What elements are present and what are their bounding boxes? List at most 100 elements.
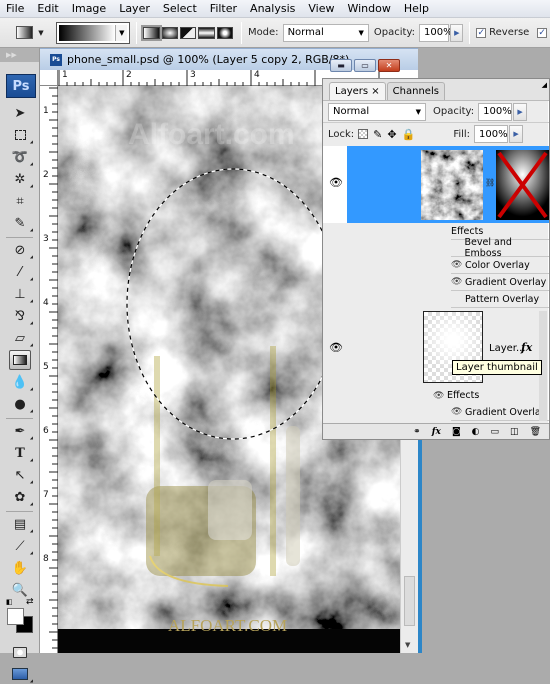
swap-colors-icon[interactable]: ⇄	[26, 597, 34, 607]
foreground-color-swatch[interactable]	[7, 608, 24, 625]
layer-mask-thumbnail[interactable]	[496, 150, 549, 220]
dodge-tool[interactable]: ● ◢	[9, 394, 33, 414]
menu-edit[interactable]: Edit	[31, 2, 65, 15]
opacity-slider-button[interactable]: ▶	[450, 23, 464, 42]
chevron-down-icon[interactable]: ▼	[38, 29, 43, 37]
lock-position-icon[interactable]: ✥	[387, 128, 396, 141]
lock-all-icon[interactable]: 🔒	[402, 128, 416, 141]
angle-gradient-button[interactable]	[180, 26, 197, 39]
layer-opacity-input[interactable]: 100%	[478, 102, 513, 121]
gradient-picker[interactable]: ▼	[55, 21, 131, 44]
panel-menu-icon[interactable]: ◢	[542, 81, 547, 89]
reflected-gradient-button[interactable]	[198, 26, 215, 39]
visibility-eye-icon[interactable]: 👁	[433, 391, 447, 401]
visibility-eye-icon[interactable]: 👁	[451, 407, 465, 417]
menu-select[interactable]: Select	[157, 2, 204, 15]
visibility-eye-icon[interactable]: 👁	[451, 260, 465, 270]
blur-tool[interactable]: 💧 ◢	[9, 372, 33, 392]
slice-tool[interactable]: ✎ ◢	[9, 213, 33, 233]
layer-row[interactable]: 👁 Layer... fx ▲	[323, 309, 549, 389]
marquee-tool[interactable]: ◢	[9, 125, 33, 145]
history-brush-tool[interactable]: ⅋ ◢	[9, 306, 33, 326]
reverse-checkbox[interactable]: ✓	[476, 27, 487, 38]
menu-window[interactable]: Window	[341, 2, 397, 15]
quick-mask-button[interactable]	[9, 642, 31, 662]
visibility-eye-icon[interactable]: 👁	[451, 277, 465, 287]
notes-tool[interactable]: ▤ ◢	[9, 514, 33, 534]
effect-pattern-overlay[interactable]: Pattern Overlay	[451, 291, 549, 308]
custom-shape-tool[interactable]: ✿ ◢	[9, 487, 33, 507]
effect-gradient-overlay[interactable]: 👁 Gradient Overlay	[451, 274, 549, 291]
link-layers-icon[interactable]: ⚭	[413, 427, 421, 437]
chevron-down-icon[interactable]: ▼	[115, 24, 128, 41]
healing-brush-tool[interactable]: ⊘ ◢	[9, 240, 33, 260]
mode-select[interactable]: Normal ▼	[282, 23, 369, 42]
scrollbar-thumb[interactable]	[404, 576, 415, 626]
blend-mode-select[interactable]: Normal ▼	[328, 102, 426, 121]
layer-thumbnail[interactable]	[421, 150, 483, 220]
tab-layers[interactable]: Layers ×	[329, 82, 386, 100]
menu-bar: File Edit Image Layer Select Filter Anal…	[0, 0, 550, 18]
brush-tool[interactable]: ⁄ ◢	[9, 262, 33, 282]
scroll-down-icon[interactable]: ▼	[405, 641, 410, 649]
menu-layer[interactable]: Layer	[113, 2, 157, 15]
effect-gradient-overlay[interactable]: 👁 Gradient Overlay	[451, 404, 549, 421]
minimize-button[interactable]: ▬	[330, 59, 352, 72]
add-layer-style-icon[interactable]: fx	[432, 427, 441, 437]
fill-input[interactable]: 100%	[474, 125, 509, 143]
default-colors-icon[interactable]: ◧	[6, 598, 13, 606]
close-tab-icon[interactable]: ×	[371, 86, 379, 97]
new-group-icon[interactable]: ▭	[491, 427, 500, 437]
layer-opacity-slider-button[interactable]: ▶	[513, 102, 528, 121]
pen-tool[interactable]: ✒ ◢	[9, 421, 33, 441]
lock-pixels-icon[interactable]: ✎	[373, 128, 382, 141]
lock-transparency-icon[interactable]	[358, 129, 369, 139]
vertical-ruler[interactable]: 1 2 3 4 5 6 7 8	[40, 86, 58, 653]
menu-image[interactable]: Image	[66, 2, 113, 15]
new-layer-icon[interactable]: ◫	[510, 427, 519, 437]
hand-tool[interactable]: ✋	[9, 558, 31, 578]
linear-gradient-button[interactable]	[143, 26, 160, 39]
lasso-tool[interactable]: ➰ ◢	[9, 147, 33, 167]
menu-view[interactable]: View	[302, 2, 341, 15]
screen-mode-button[interactable]: ◢	[9, 664, 33, 684]
adjustment-layer-icon[interactable]: ◐	[472, 427, 480, 437]
clone-stamp-tool[interactable]: ⊥ ◢	[9, 284, 33, 304]
fill-slider-button[interactable]: ▶	[509, 125, 524, 143]
fx-icon[interactable]: fx	[521, 341, 532, 354]
eraser-tool[interactable]: ▱ ◢	[9, 328, 33, 348]
color-swatches: ◧ ⇄	[0, 597, 39, 640]
diamond-gradient-button[interactable]	[216, 26, 233, 39]
menu-file[interactable]: File	[0, 2, 31, 15]
opacity-input[interactable]: 100%	[419, 23, 453, 42]
move-tool[interactable]: ➤	[9, 103, 31, 123]
maximize-button[interactable]: ▭	[354, 59, 376, 72]
add-mask-icon[interactable]: ◙	[452, 427, 461, 437]
layer-row-selected[interactable]: 👁 ⛓	[323, 146, 549, 223]
chevron-down-icon: ▼	[358, 28, 364, 37]
effect-color-overlay[interactable]: 👁 Color Overlay	[451, 257, 549, 274]
gradient-swatch[interactable]	[58, 24, 116, 41]
visibility-eye-icon[interactable]: 👁	[327, 174, 345, 190]
close-button[interactable]: ✕	[378, 59, 400, 72]
eyedropper-tool[interactable]: ⟋ ◢	[9, 536, 33, 556]
ruler-origin[interactable]	[40, 70, 58, 86]
dither-checkbox[interactable]: ✓	[537, 27, 547, 38]
tool-preset-picker[interactable]	[16, 26, 34, 39]
gradient-tool[interactable]	[9, 350, 31, 370]
effects-header[interactable]: 👁 Effects	[433, 387, 549, 404]
effect-bevel-emboss[interactable]: Bevel and Emboss	[451, 237, 549, 259]
radial-gradient-button[interactable]	[161, 26, 178, 39]
menu-filter[interactable]: Filter	[204, 2, 244, 15]
mask-link-icon[interactable]: ⛓	[485, 178, 495, 187]
menu-help[interactable]: Help	[398, 2, 436, 15]
type-tool[interactable]: T ◢	[9, 443, 33, 463]
collapse-toolbox-button[interactable]: ▶▶	[0, 48, 39, 62]
tab-channels[interactable]: Channels	[386, 82, 445, 100]
crop-tool[interactable]: ⌗	[9, 191, 31, 211]
menu-analysis[interactable]: Analysis	[244, 2, 302, 15]
magic-wand-tool[interactable]: ✲ ◢	[9, 169, 33, 189]
visibility-eye-icon[interactable]: 👁	[327, 339, 345, 355]
delete-layer-icon[interactable]: 🗑	[530, 427, 541, 437]
path-selection-tool[interactable]: ↖ ◢	[9, 465, 33, 485]
